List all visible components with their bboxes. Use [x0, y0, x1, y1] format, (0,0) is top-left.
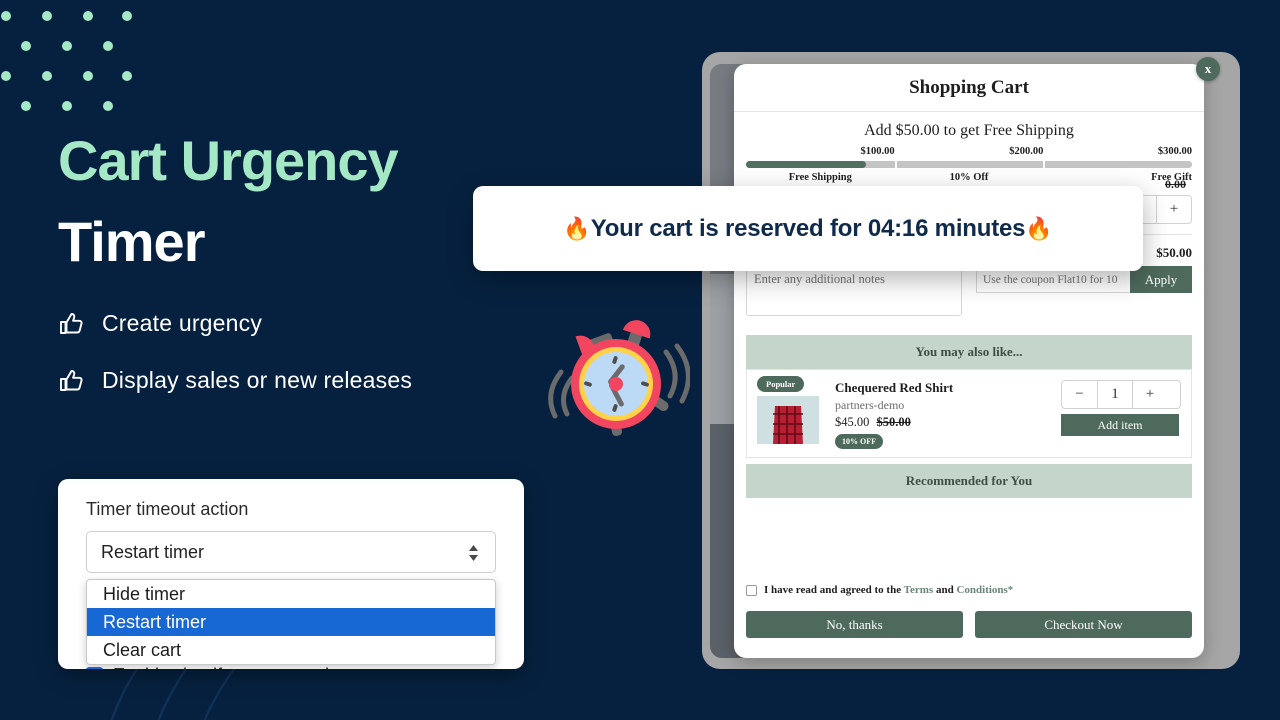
- dropdown-option-restart-timer[interactable]: Restart timer: [87, 608, 495, 636]
- timer-timeout-action-select[interactable]: Restart timer: [86, 531, 496, 573]
- shopping-cart-modal: Shopping Cart Add $50.00 to get Free Shi…: [734, 64, 1204, 658]
- hero-title-line1: Cart Urgency: [58, 129, 399, 192]
- alarm-clock-icon: [548, 320, 690, 436]
- terms-middle: and: [935, 584, 954, 596]
- upsell-product-compare-price: $50.00: [876, 415, 911, 429]
- enable-shopify-coupon-checkbox[interactable]: [86, 667, 103, 669]
- dot-grid-decoration: [1, 11, 132, 111]
- tier-rewards-row: Free Shipping 10% Off Free Gift: [746, 172, 1192, 183]
- terms-prefix: I have read and agreed to the: [764, 584, 902, 596]
- enable-shopify-coupon-label: Enable shopify coupon code: [113, 665, 339, 669]
- tier-amount: $100.00: [860, 146, 895, 157]
- modal-title: Shopping Cart: [734, 64, 1204, 112]
- timer-timeout-action-label: Timer timeout action: [86, 499, 249, 519]
- flame-icon-left: 🔥: [563, 215, 591, 241]
- upsell-quantity-stepper[interactable]: − 1 +: [1061, 380, 1181, 409]
- timer-banner-text: Your cart is reserved for 04:16 minutes: [590, 214, 1026, 242]
- add-item-button[interactable]: Add item: [1061, 414, 1179, 436]
- order-notes-input[interactable]: [746, 266, 962, 316]
- promo-banner-canvas: Cart Urgency Timer Create urgency Displa…: [0, 0, 1280, 720]
- tier-reward: 10% Off: [949, 172, 989, 183]
- progress-bar-fill: [746, 161, 867, 168]
- upsell-product-price: $45.00: [835, 415, 870, 429]
- terms-checkbox[interactable]: [746, 584, 757, 596]
- upsell-section-heading: You may also like...: [746, 335, 1192, 369]
- enable-shopify-coupon-row[interactable]: Enable shopify coupon code: [86, 665, 339, 669]
- thumbs-up-icon: [60, 369, 83, 391]
- upsell-product-actions: − 1 + Add item: [1061, 378, 1181, 449]
- terms-agreement-row[interactable]: I have read and agreed to the Terms and …: [746, 584, 1013, 596]
- feature-bullet: Create urgency: [58, 310, 528, 337]
- terms-link[interactable]: Terms: [904, 584, 934, 596]
- feature-bullet-label: Create urgency: [102, 310, 263, 336]
- free-shipping-progress: Add $50.00 to get Free Shipping $100.00 …: [734, 112, 1204, 189]
- quantity-increase-button[interactable]: +: [1156, 196, 1191, 223]
- quantity-increase-button[interactable]: +: [1132, 381, 1167, 408]
- timer-timeout-action-dropdown[interactable]: Hide timer Restart timer Clear cart: [86, 579, 496, 665]
- no-thanks-button[interactable]: No, thanks: [746, 611, 963, 638]
- timer-settings-card: Timer timeout action Restart timer Hide …: [58, 479, 524, 669]
- checkout-now-button[interactable]: Checkout Now: [975, 611, 1192, 638]
- close-icon[interactable]: x: [1196, 57, 1220, 81]
- popular-badge: Popular: [757, 376, 805, 392]
- upsell-product-name: Chequered Red Shirt: [835, 380, 954, 395]
- progress-bar: [746, 161, 1192, 168]
- flame-icon-right: 🔥: [1025, 215, 1053, 241]
- upsell-thumbnail-wrap: Popular: [757, 376, 825, 449]
- upsell-product-image: [757, 396, 819, 444]
- conditions-link[interactable]: Conditions*: [956, 584, 1013, 596]
- total-amount: $50.00: [1156, 245, 1192, 260]
- tier-amount: $300.00: [1157, 146, 1193, 157]
- page-title: Cart Urgency Timer: [58, 120, 528, 282]
- quantity-value[interactable]: 1: [1097, 381, 1132, 408]
- tier-reward: Free Shipping: [788, 172, 852, 183]
- quantity-decrease-button[interactable]: −: [1062, 381, 1097, 408]
- feature-bullet-list: Create urgency Display sales or new rele…: [58, 310, 528, 424]
- discount-badge: 10% OFF: [835, 434, 883, 449]
- hero-title-line2: Timer: [58, 210, 205, 274]
- feature-bullet: Display sales or new releases: [58, 367, 528, 394]
- recommended-section-heading: Recommended for You: [746, 464, 1192, 498]
- cart-item-compare-price: 0.00: [1165, 177, 1186, 191]
- modal-footer-buttons: No, thanks Checkout Now: [746, 611, 1192, 638]
- feature-bullet-label: Display sales or new releases: [102, 367, 413, 393]
- select-value: Restart timer: [101, 541, 205, 562]
- cart-reservation-timer-banner: 🔥 Your cart is reserved for 04:16 minute…: [473, 186, 1143, 271]
- free-shipping-message: Add $50.00 to get Free Shipping: [864, 122, 1074, 139]
- upsell-product-card: Popular Chequered Red Shirt partners-dem…: [746, 369, 1192, 458]
- dropdown-option-hide-timer[interactable]: Hide timer: [87, 580, 495, 608]
- tier-amount: $200.00: [1009, 146, 1044, 157]
- upsell-product-info: Chequered Red Shirt partners-demo $45.00…: [835, 378, 1051, 449]
- select-stepper-arrows-icon: [469, 545, 478, 561]
- apply-coupon-button[interactable]: Apply: [1130, 266, 1192, 293]
- dropdown-option-clear-cart[interactable]: Clear cart: [87, 636, 495, 664]
- tier-amounts-row: $100.00 $200.00 $300.00: [746, 146, 1192, 157]
- thumbs-up-icon: [60, 312, 83, 334]
- upsell-product-vendor: partners-demo: [835, 398, 905, 412]
